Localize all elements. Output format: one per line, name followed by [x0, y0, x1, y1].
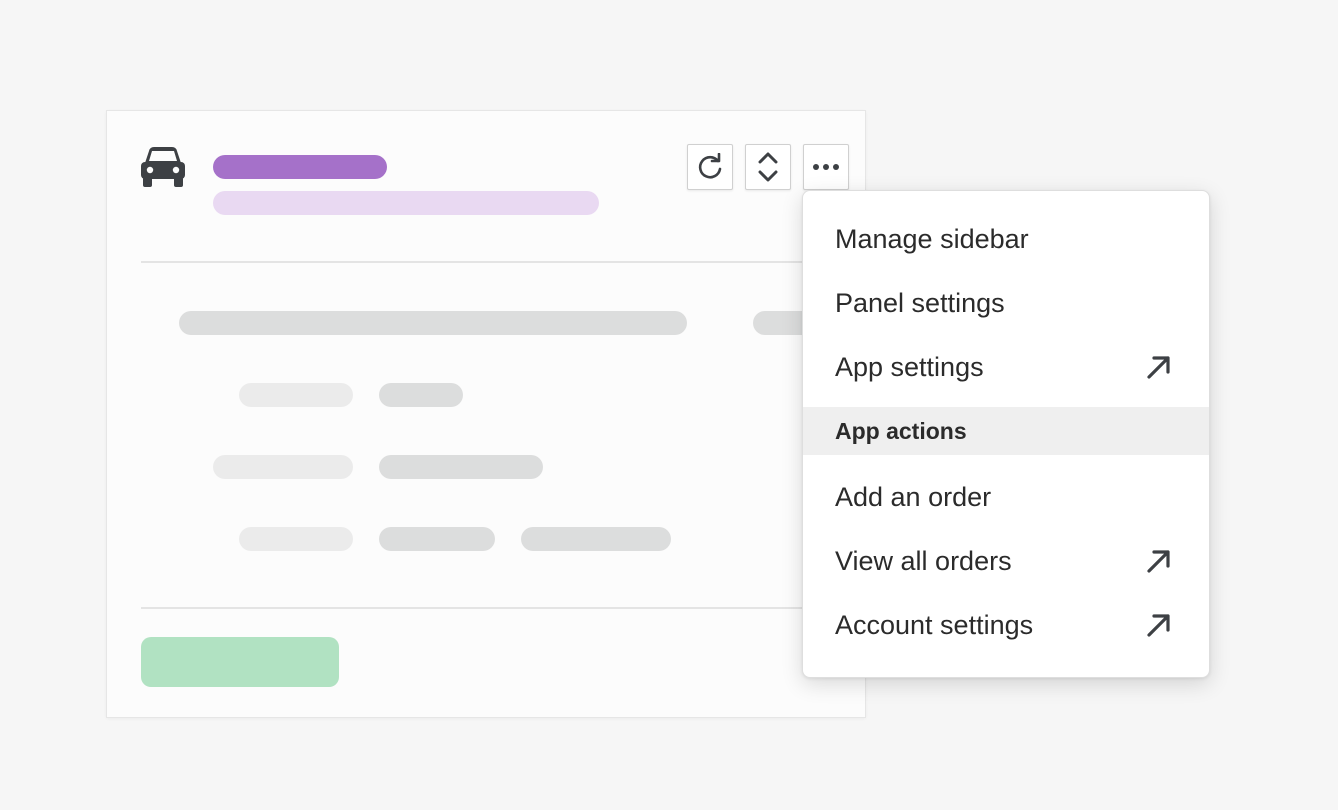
menu-item-panel-settings[interactable]: Panel settings [803, 275, 1209, 331]
menu-item-account-settings[interactable]: Account settings [803, 597, 1209, 653]
skeleton-label [239, 383, 353, 407]
menu-item-manage-sidebar[interactable]: Manage sidebar [803, 211, 1209, 267]
more-button[interactable] [803, 144, 849, 190]
skeleton-label [213, 455, 353, 479]
primary-action-button[interactable] [141, 637, 339, 687]
skeleton-value [379, 455, 543, 479]
arrow-up-right-icon [1147, 614, 1170, 637]
ellipsis-icon [813, 164, 839, 170]
divider [141, 607, 841, 609]
menu-item-view-all-orders[interactable]: View all orders [803, 533, 1209, 589]
menu-item-label: Panel settings [835, 287, 1005, 318]
subtitle-placeholder [213, 191, 599, 215]
title-placeholder [213, 155, 387, 179]
menu-item-label: App settings [835, 351, 984, 382]
app-panel [106, 110, 867, 718]
menu-item-app-settings[interactable]: App settings [803, 339, 1209, 395]
skeleton-value [379, 383, 463, 407]
skeleton-label [239, 527, 353, 551]
overflow-menu: Manage sidebar Panel settings App settin… [802, 190, 1210, 678]
menu-section-header: App actions [803, 407, 1209, 455]
skeleton-line [179, 311, 687, 335]
skeleton-value [521, 527, 671, 551]
skeleton-value [379, 527, 495, 551]
chevron-up-down-icon [758, 152, 778, 182]
divider [141, 261, 841, 263]
arrow-up-right-icon [1147, 550, 1170, 573]
menu-item-label: Add an order [835, 481, 992, 512]
menu-item-label: Account settings [835, 609, 1034, 640]
car-icon [141, 147, 185, 187]
refresh-button[interactable] [687, 144, 733, 190]
refresh-icon [698, 153, 722, 179]
menu-item-label: View all orders [835, 545, 1012, 576]
menu-item-label: Manage sidebar [835, 223, 1029, 254]
menu-item-add-order[interactable]: Add an order [803, 469, 1209, 525]
expand-button[interactable] [745, 144, 791, 190]
arrow-up-right-icon [1147, 356, 1170, 379]
